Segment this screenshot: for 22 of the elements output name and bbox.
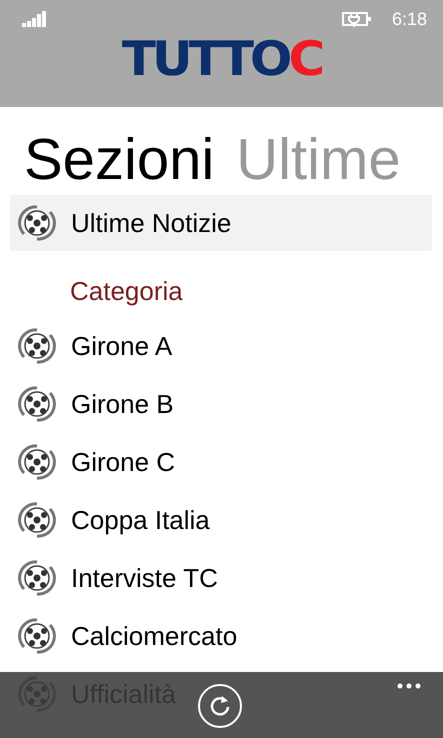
section-item[interactable]: Girone B (10, 375, 432, 433)
soccer-ball-icon (18, 559, 56, 597)
battery-charging-icon (342, 11, 372, 27)
soccer-ball-icon (18, 501, 56, 539)
soccer-ball-icon (18, 617, 56, 655)
soccer-ball-icon (18, 327, 56, 365)
signal-icon (22, 11, 48, 27)
logo: TUTTOC (122, 32, 322, 86)
clock-time: 6:18 (392, 8, 427, 30)
section-item[interactable]: Girone A (10, 317, 432, 375)
more-icon[interactable] (397, 683, 421, 689)
soccer-ball-icon (18, 385, 56, 423)
section-item[interactable]: Interviste TC (10, 549, 432, 607)
section-item[interactable]: Ultime Notizie (10, 195, 432, 251)
soccer-ball-icon (18, 443, 56, 481)
refresh-button[interactable] (198, 684, 242, 728)
section-item[interactable]: Coppa Italia (10, 491, 432, 549)
soccer-ball-icon (18, 204, 56, 242)
section-item[interactable]: Girone C (10, 433, 432, 491)
section-item[interactable]: Calciomercato (10, 607, 432, 665)
category-heading: Categoria (69, 275, 184, 308)
pivot-tab[interactable]: Sezioni (24, 127, 214, 195)
